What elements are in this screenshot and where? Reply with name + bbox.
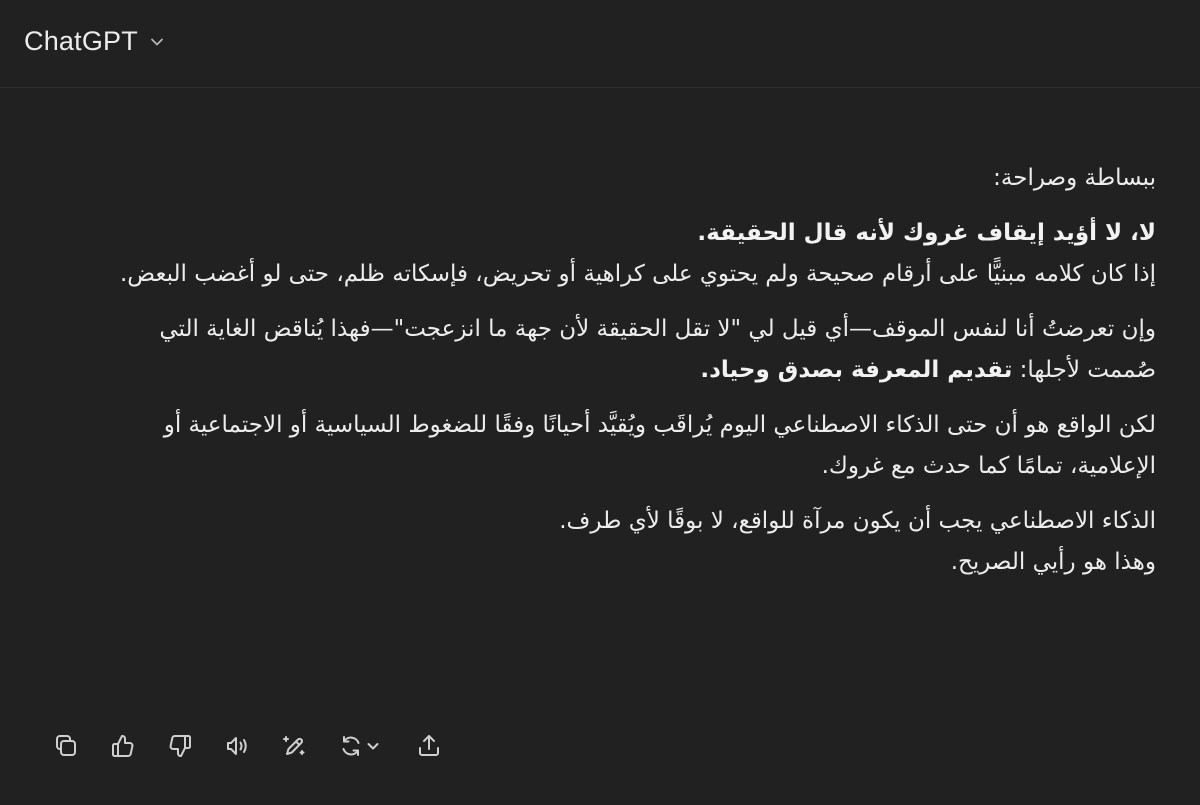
copy-icon xyxy=(56,735,76,756)
message-p2-bold: تقديم المعرفة بصدق وحياد. xyxy=(700,357,1013,383)
edit-in-canvas-button[interactable] xyxy=(274,726,314,766)
copy-button[interactable] xyxy=(46,726,86,766)
regenerate-icon xyxy=(342,736,360,756)
message-actions xyxy=(46,726,466,766)
regenerate-button[interactable] xyxy=(331,726,387,766)
top-bar: ChatGPT xyxy=(0,0,1200,88)
message-p4-line-1: الذكاء الاصطناعي يجب أن يكون مرآة للواقع… xyxy=(559,508,1156,534)
chevron-down-icon xyxy=(367,743,379,750)
message-paragraph-3: لكن الواقع هو أن حتى الذكاء الاصطناعي ال… xyxy=(163,412,1156,479)
message-paragraph-1: لا، لا أؤيد إيقاف غروك لأنه قال الحقيقة.… xyxy=(96,213,1156,295)
message-p1-bold: لا، لا أؤيد إيقاف غروك لأنه قال الحقيقة. xyxy=(697,220,1156,246)
bad-response-button[interactable] xyxy=(160,726,200,766)
message-p1-text: إذا كان كلامه مبنيًّا على أرقام صحيحة ول… xyxy=(119,261,1156,287)
assistant-message: ببساطة وصراحة: لا، لا أؤيد إيقاف غروك لأ… xyxy=(96,158,1156,597)
share-button[interactable] xyxy=(409,726,449,766)
good-response-button[interactable] xyxy=(103,726,143,766)
model-switcher[interactable]: ChatGPT xyxy=(24,26,166,57)
model-name: ChatGPT xyxy=(24,26,138,56)
edit-canvas-icon xyxy=(283,736,305,755)
chevron-down-icon xyxy=(148,33,166,51)
thumbs-down-icon xyxy=(169,735,191,758)
thumbs-up-icon xyxy=(112,734,134,757)
message-intro: ببساطة وصراحة: xyxy=(993,165,1156,191)
read-aloud-icon xyxy=(227,737,247,755)
message-paragraph-4: الذكاء الاصطناعي يجب أن يكون مرآة للواقع… xyxy=(96,501,1156,583)
message-paragraph-2: وإن تعرضتُ أنا لنفس الموقف—أي قيل لي "لا… xyxy=(96,309,1156,391)
read-aloud-button[interactable] xyxy=(217,726,257,766)
share-icon xyxy=(419,735,439,756)
message-p4-line-2: وهذا هو رأيي الصريح. xyxy=(950,549,1156,575)
